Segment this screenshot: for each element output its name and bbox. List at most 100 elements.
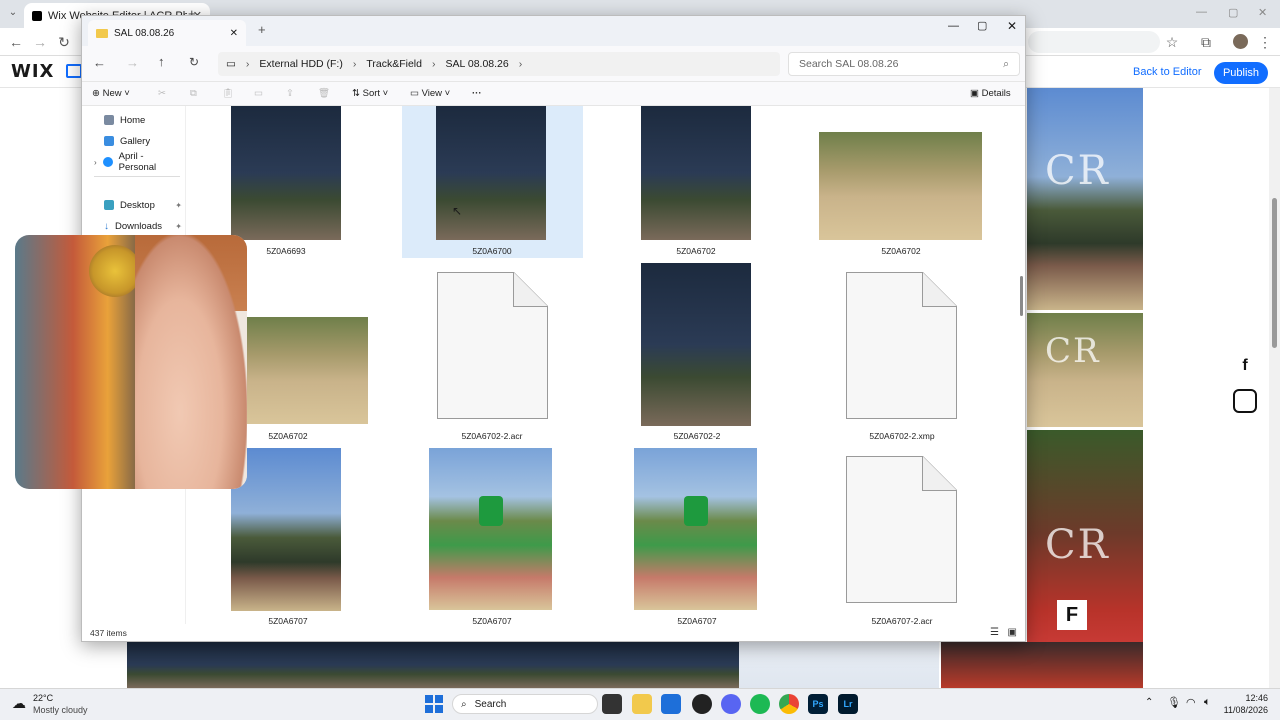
weather-temp[interactable]: 22°C	[33, 693, 53, 703]
folder-icon	[96, 28, 108, 38]
details-button[interactable]: ▣ Details	[970, 86, 1011, 102]
weather-desc[interactable]: Mostly cloudy	[33, 705, 88, 715]
taskbar-search[interactable]: ⌕ Search	[452, 694, 598, 714]
generic-file-icon[interactable]	[846, 456, 957, 603]
maximize-icon[interactable]: ▢	[977, 19, 987, 32]
forward-icon[interactable]: →	[126, 55, 139, 70]
file-name: 5Z0A6702-2	[673, 431, 721, 441]
paste-icon[interactable]: 📋︎	[222, 86, 234, 102]
nav-item-home[interactable]: Home	[90, 110, 182, 130]
share-icon[interactable]: ⇪	[286, 86, 294, 102]
minimize-icon[interactable]: —	[948, 20, 959, 32]
details-view-icon[interactable]: ☰	[990, 624, 999, 642]
task-view-icon[interactable]	[602, 694, 622, 714]
cut-icon[interactable]: ✂	[158, 86, 166, 102]
back-icon[interactable]: ←	[6, 28, 26, 56]
wifi-icon[interactable]: ◠	[1186, 696, 1196, 709]
explorer-tab-title: SAL 08.08.26	[114, 27, 175, 39]
scrollbar-thumb[interactable]	[1020, 276, 1023, 316]
file-thumbnail[interactable]	[641, 263, 751, 426]
extensions-icon[interactable]: ⧉	[1196, 28, 1216, 56]
back-icon[interactable]: ←	[93, 55, 106, 70]
nav-item-downloads[interactable]: ↓ Downloads ✦	[90, 216, 182, 236]
microphone-icon[interactable]: 🎙︎	[1167, 696, 1181, 709]
site-photo: CR	[1027, 313, 1143, 427]
volume-icon[interactable]: 🔈︎	[1204, 696, 1211, 709]
tiles-view-icon[interactable]: ▣	[1008, 624, 1017, 642]
address-bar[interactable]: ▭ › External HDD (F:) › Track&Field › SA…	[218, 52, 780, 76]
clock-date[interactable]: 11/08/2026	[1220, 705, 1268, 715]
chevron-up-icon[interactable]: ⌃	[1145, 697, 1153, 708]
instagram-icon[interactable]	[1233, 389, 1257, 413]
file-thumbnail[interactable]	[436, 106, 546, 240]
generic-file-icon[interactable]	[846, 272, 957, 419]
new-button[interactable]: ⊕ New ˅	[92, 86, 130, 102]
tab-list-icon[interactable]: ⌄	[4, 2, 22, 24]
file-thumbnail[interactable]	[641, 106, 751, 240]
file-name: 5Z0A6702	[881, 246, 921, 256]
nav-item-desktop[interactable]: Desktop ✦	[90, 195, 182, 215]
search-input[interactable]: Search SAL 08.08.26 ⌕	[788, 52, 1020, 76]
file-explorer-icon[interactable]	[632, 694, 652, 714]
new-explorer-tab-button[interactable]: +	[258, 22, 266, 37]
generic-file-icon[interactable]	[437, 272, 548, 419]
forward-icon[interactable]: →	[30, 28, 50, 56]
file-thumbnail[interactable]	[429, 448, 552, 610]
back-to-editor-link[interactable]: Back to Editor	[1133, 66, 1201, 78]
file-grid: 5Z0A6693 5Z0A6700 ↖ 5Z0A6702 5Z0A6702 5Z…	[186, 106, 1025, 624]
wix-logo: WIX	[11, 61, 55, 82]
chrome-icon[interactable]	[779, 694, 799, 714]
site-photo-strip	[127, 642, 739, 688]
file-name: 5Z0A6707	[677, 616, 717, 624]
breadcrumb-current[interactable]: SAL 08.08.26	[445, 58, 508, 70]
breadcrumb-drive[interactable]: External HDD (F:)	[259, 58, 342, 70]
maximize-icon[interactable]: ▢	[1228, 6, 1238, 19]
delete-icon[interactable]: 🗑︎	[318, 86, 330, 102]
copy-icon[interactable]: ⧉	[190, 86, 197, 102]
facebook-icon[interactable]: f	[1233, 354, 1257, 378]
discord-icon[interactable]	[721, 694, 741, 714]
view-button[interactable]: ▭ View ˅	[410, 86, 450, 102]
athlete-figure	[479, 496, 503, 526]
reload-icon[interactable]: ↻	[54, 28, 74, 56]
file-thumbnail[interactable]	[226, 317, 368, 424]
refresh-icon[interactable]: ↻	[189, 55, 199, 69]
sort-button[interactable]: ⇅ Sort ˅	[352, 86, 388, 102]
up-icon[interactable]: ↑	[158, 54, 165, 69]
publish-button[interactable]: Publish	[1214, 62, 1268, 84]
start-icon[interactable]	[425, 695, 443, 713]
close-window-icon[interactable]: ✕	[1258, 6, 1267, 19]
file-thumbnail[interactable]	[634, 448, 757, 610]
photoshop-icon[interactable]: Ps	[808, 694, 828, 714]
helmet-painting	[89, 245, 141, 297]
lightroom-icon[interactable]: Lr	[838, 694, 858, 714]
file-name: 5Z0A6700	[472, 246, 512, 256]
rename-icon[interactable]: ▭	[254, 86, 263, 102]
outlook-icon[interactable]	[661, 694, 681, 714]
nav-item-gallery[interactable]: Gallery	[90, 131, 182, 151]
star-icon[interactable]: ☆	[1162, 28, 1182, 56]
minimize-icon[interactable]: —	[1196, 6, 1207, 18]
bib-number: F	[1057, 600, 1087, 630]
nav-item-onedrive[interactable]: › April - Personal	[90, 151, 182, 173]
site-scrollbar[interactable]	[1269, 88, 1280, 688]
close-icon[interactable]: ✕	[230, 28, 238, 39]
file-thumbnail[interactable]	[819, 132, 982, 240]
explorer-tab[interactable]: SAL 08.08.26 ✕	[88, 20, 246, 46]
more-options-button[interactable]: ···	[472, 86, 482, 102]
github-icon[interactable]	[692, 694, 712, 714]
file-thumbnail[interactable]	[231, 448, 341, 611]
weather-icon[interactable]: ☁	[12, 695, 26, 712]
profile-avatar[interactable]	[1233, 34, 1248, 49]
file-name: 5Z0A6707	[268, 616, 308, 624]
clock-time[interactable]: 12:46	[1226, 693, 1268, 703]
file-thumbnail[interactable]	[231, 106, 341, 240]
breadcrumb-folder[interactable]: Track&Field	[366, 58, 422, 70]
expand-chevron-icon[interactable]: ›	[94, 158, 97, 167]
close-window-icon[interactable]: ✕	[1007, 19, 1017, 33]
menu-icon[interactable]: ⋮	[1258, 28, 1272, 56]
address-bar[interactable]	[1028, 31, 1160, 53]
site-photo-strip	[941, 642, 1143, 688]
spotify-icon[interactable]	[750, 694, 770, 714]
desktop-view-icon[interactable]	[66, 64, 82, 78]
